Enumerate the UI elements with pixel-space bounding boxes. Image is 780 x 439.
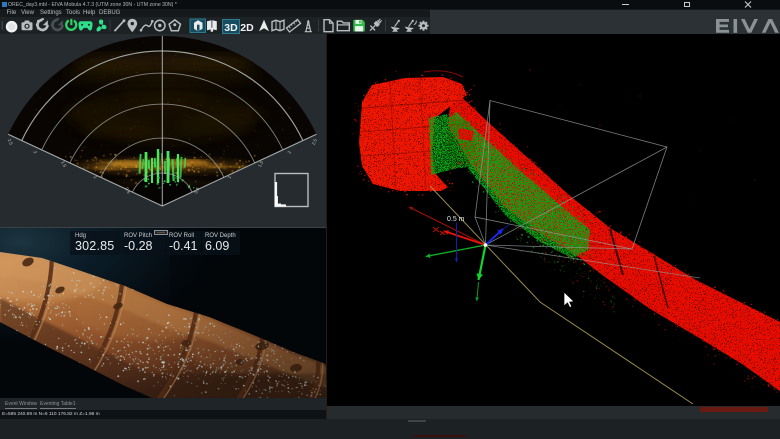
svg-text:2.5: 2.5 bbox=[7, 138, 14, 146]
svg-text:2: 2 bbox=[287, 150, 293, 155]
svg-text:2D: 2D bbox=[240, 22, 254, 34]
svg-text:3D: 3D bbox=[224, 22, 238, 34]
svg-text:0.5 m: 0.5 m bbox=[447, 216, 465, 223]
svg-text:2.5: 2.5 bbox=[311, 138, 318, 146]
svg-text:1: 1 bbox=[92, 175, 98, 180]
svg-text:2: 2 bbox=[32, 150, 38, 155]
